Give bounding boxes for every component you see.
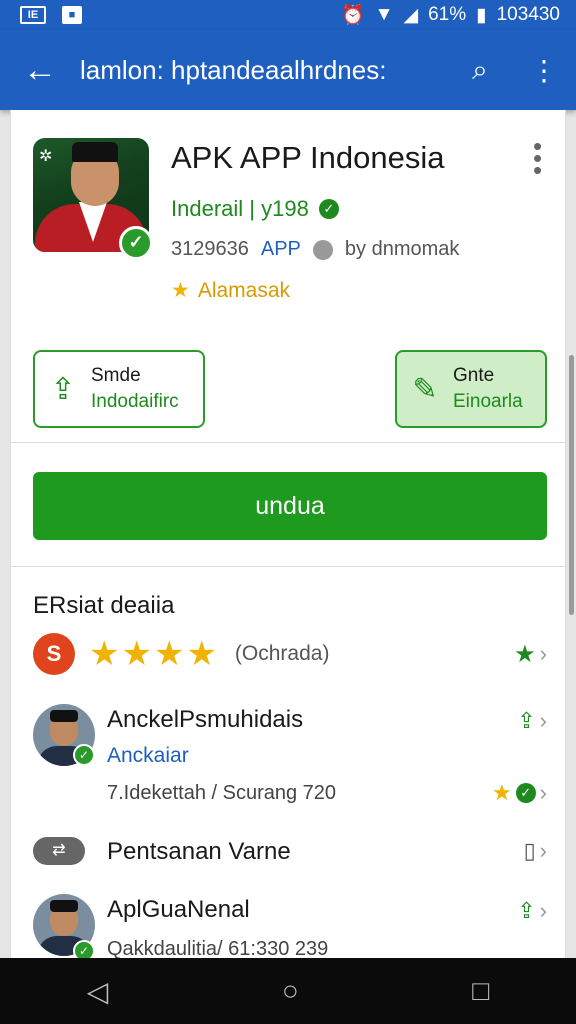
battery-icon: ▮ [476,4,487,26]
overflow-menu-icon[interactable]: • • • [533,133,542,183]
share-label: Smde [91,365,141,386]
award-line: ★ Alamasak [171,278,290,303]
emblem-icon: ✲ [39,148,53,165]
developer-line: Inderail | y198 ✓ [171,196,339,222]
chevron-right-icon: › [539,838,547,863]
list-item[interactable]: ✓ AnckelPsmuhidais Anckaiar 7.Idekettah … [33,702,547,805]
edit-label: Gnte [453,365,495,386]
install-button[interactable]: undua [33,472,547,540]
award-star-icon: ★ [171,279,190,302]
nav-home-icon[interactable]: ○ [282,975,299,1007]
publisher: by dnmomak [344,238,460,260]
nav-recents-icon[interactable]: □ [472,975,489,1007]
app-title: APK APP Indonesia [171,140,445,175]
app-bar: ← lamlon: hptandeaalhrdnes: ⌕ ⋮ [0,30,576,110]
rating-count: (Ochrada) [234,642,330,665]
rating-badge: S [33,633,75,675]
search-icon[interactable]: ⌕ [448,54,512,87]
back-button[interactable]: ← [0,51,80,90]
verified-icon: ✓ [73,744,95,766]
rating-stars: ★★★★ [89,635,219,673]
share-icon: ⇪ [50,372,76,406]
verified-icon: ✓ [515,783,536,803]
share-icon[interactable]: ⇪ [517,708,535,734]
chevron-right-icon: › [539,708,547,733]
system-nav-bar: ◁ ○ □ [0,958,576,1024]
list-item-name: Pentsanan Varne [107,838,291,865]
award-label: Alamasak [197,278,291,302]
share-sublabel: Indodaifirc [91,391,179,412]
notification-icon: IE [20,6,46,24]
chevron-right-icon: › [539,780,547,805]
share-icon[interactable]: ⇪ [517,898,535,924]
developer-name[interactable]: Inderail | y198 [171,196,309,222]
notification-icon-2: ■ [62,6,82,24]
edit-sublabel: Einoarla [453,391,523,412]
list-item-name: AplGuaNenal [107,896,250,923]
battery-percent: 61% [428,4,467,25]
more-icon[interactable]: ⋮ [512,54,576,87]
meta-line: 3129636 APP by dnmomak [171,238,459,261]
star-icon: ★ [491,780,512,805]
clipboard-icon[interactable]: ▯ [524,838,536,864]
type-tag: APP [260,238,301,260]
edit-button[interactable]: ✎ Gnte Einoarla [395,350,547,428]
clock: 103430 [496,4,560,25]
list-item-sub[interactable]: Anckaiar [107,744,189,768]
status-bar: IE ■ ⏰ ▼ ◢ 61% ▮ 103430 [0,0,576,30]
swap-icon: ⇄ [33,837,85,865]
verified-icon: ✓ [318,199,339,219]
list-item[interactable]: ⇄ Pentsanan Varne ▯ › [33,834,547,874]
section-title: ERsiat deaiia [33,592,175,619]
wifi-icon: ▼ [374,4,394,25]
verified-check-icon: ✓ [119,226,153,260]
app-detail-card: ✲ ✓ APK APP Indonesia • • • Inderail | y19… [10,110,567,962]
share-button[interactable]: ⇪ Smde Indodaifirc [33,350,205,428]
divider [11,566,567,567]
pin-star-icon[interactable]: ★ [514,640,536,669]
pencil-icon: ✎ [412,372,438,406]
scrollbar[interactable] [569,355,574,615]
alarm-icon: ⏰ [340,5,365,26]
rating-row[interactable]: S ★★★★ (Ochrada) ★ › [33,632,547,676]
list-item[interactable]: ✓ AplGuaNenal Qakkdaulitia/ 61:330 239 ⇪… [33,892,547,962]
nav-back-icon[interactable]: ◁ [87,975,109,1008]
comment-icon [312,239,333,260]
chevron-right-icon: › [539,898,547,923]
signal-icon: ◢ [403,4,419,26]
divider [11,442,567,443]
list-item-note: 7.Idekettah / Scurang 720 [107,782,337,804]
app-bar-title: lamlon: hptandeaalhrdnes: [80,54,387,85]
download-count: 3129636 [171,238,249,260]
list-item-name: AnckelPsmuhidais [107,706,304,733]
chevron-right-icon: › [539,641,547,666]
